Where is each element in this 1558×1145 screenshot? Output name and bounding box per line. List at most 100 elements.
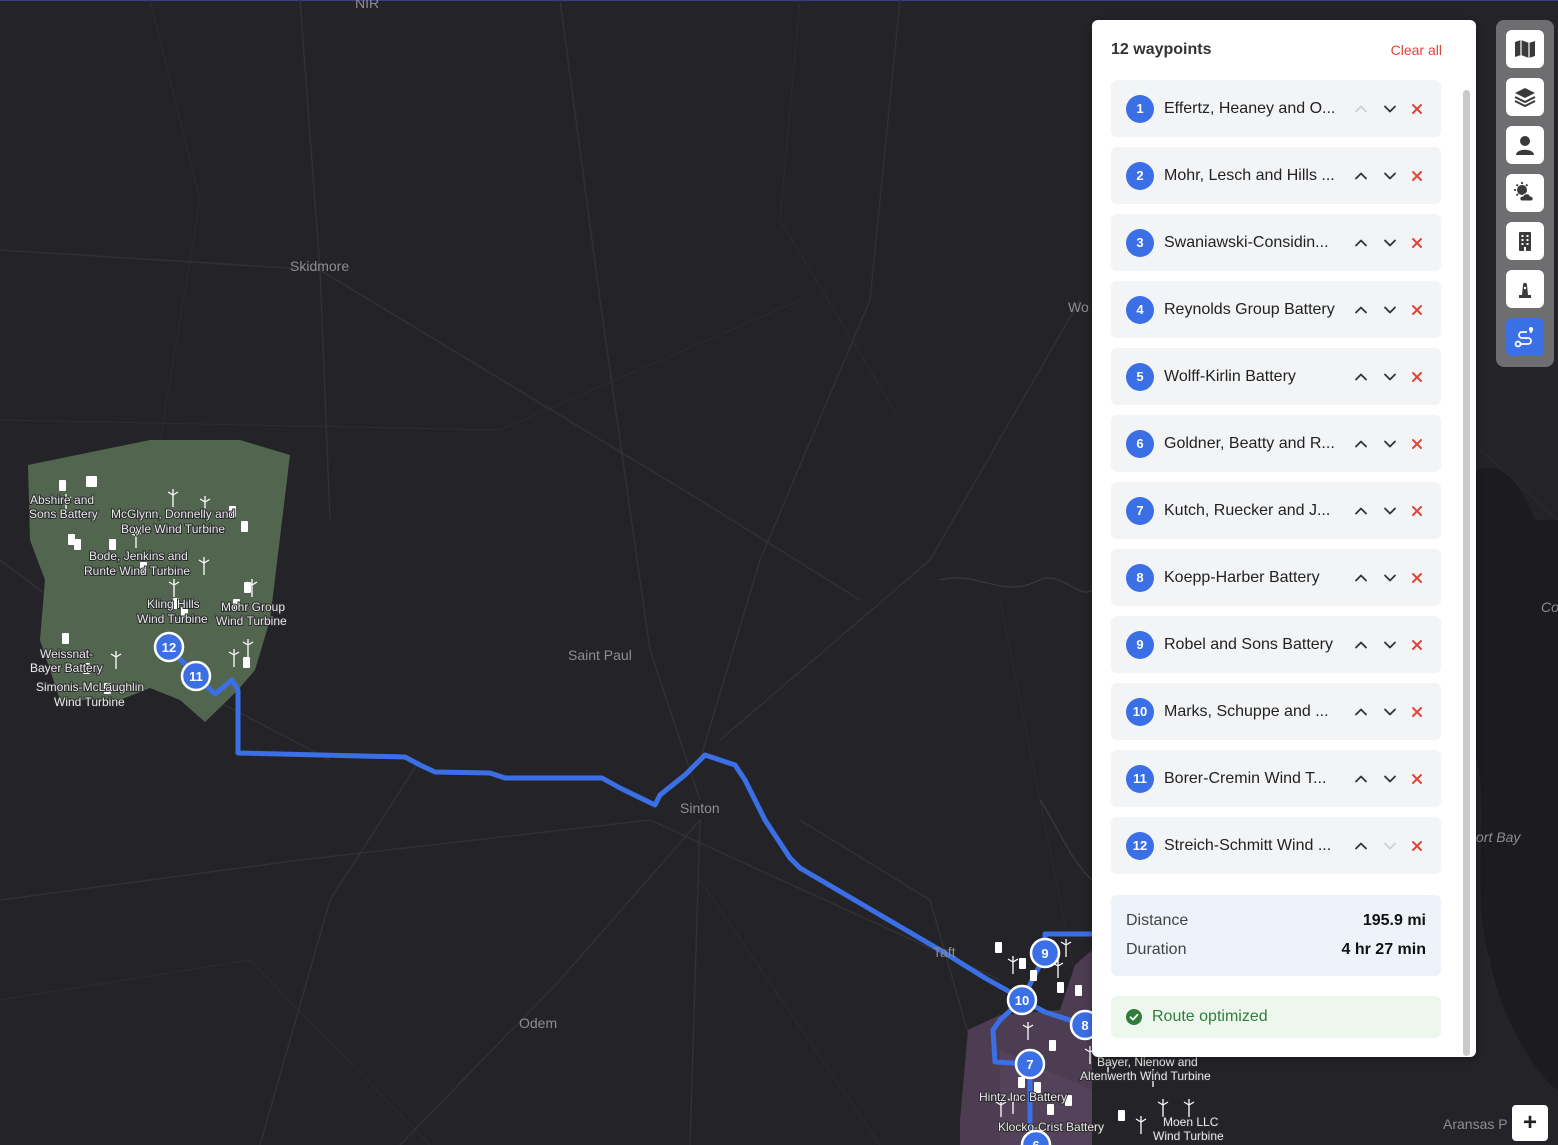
poi-label: Altenwerth Wind Turbine xyxy=(1080,1069,1211,1083)
move-up-button[interactable] xyxy=(1349,700,1373,724)
poi-label: Wind Turbine xyxy=(1153,1129,1224,1143)
poi-label: Simonis-McLaughlin xyxy=(36,680,144,694)
building-icon xyxy=(1519,232,1531,251)
remove-waypoint-button[interactable] xyxy=(1405,767,1429,791)
move-down-button[interactable] xyxy=(1378,834,1402,858)
remove-waypoint-button[interactable] xyxy=(1405,834,1429,858)
move-up-button[interactable] xyxy=(1349,432,1373,456)
move-down-button[interactable] xyxy=(1378,499,1402,523)
chevron-down-icon xyxy=(1384,574,1396,581)
zoom-in-button[interactable]: + xyxy=(1512,1105,1548,1141)
waypoint-item[interactable]: 4 Reynolds Group Battery xyxy=(1111,281,1441,338)
waypoint-number-badge: 9 xyxy=(1126,630,1154,659)
move-down-button[interactable] xyxy=(1378,164,1402,188)
waypoint-item[interactable]: 3 Swaniawski-Considin... xyxy=(1111,214,1441,271)
remove-waypoint-button[interactable] xyxy=(1405,231,1429,255)
move-up-button[interactable] xyxy=(1349,298,1373,322)
move-up-button[interactable] xyxy=(1349,834,1373,858)
move-down-button[interactable] xyxy=(1378,700,1402,724)
waypoint-number-badge: 8 xyxy=(1126,563,1154,592)
people-button[interactable] xyxy=(1506,126,1544,164)
remove-waypoint-button[interactable] xyxy=(1405,97,1429,121)
chevron-up-icon xyxy=(1355,306,1367,313)
chevron-down-icon xyxy=(1384,708,1396,715)
place-label-aransas: Aransas P xyxy=(1443,1116,1508,1132)
remove-waypoint-button[interactable] xyxy=(1405,700,1429,724)
beacon-icon xyxy=(1519,282,1531,298)
move-up-button[interactable] xyxy=(1349,499,1373,523)
route-marker[interactable]: 10 xyxy=(1006,984,1038,1016)
waypoint-number-badge: 6 xyxy=(1126,429,1154,458)
move-down-button[interactable] xyxy=(1378,97,1402,121)
move-up-button[interactable] xyxy=(1349,164,1373,188)
waypoint-number-badge: 4 xyxy=(1126,295,1154,324)
route-planner-button[interactable] xyxy=(1506,318,1544,356)
waypoint-item[interactable]: 9 Robel and Sons Battery xyxy=(1111,616,1441,673)
waypoint-item[interactable]: 8 Koepp-Harber Battery xyxy=(1111,549,1441,606)
move-up-button[interactable] xyxy=(1349,365,1373,389)
move-up-button[interactable] xyxy=(1349,231,1373,255)
waypoint-item[interactable]: 11 Borer-Cremin Wind T... xyxy=(1111,750,1441,807)
place-label-nir: NIR xyxy=(355,0,379,11)
waypoint-item[interactable]: 10 Marks, Schuppe and ... xyxy=(1111,683,1441,740)
waypoint-number-badge: 3 xyxy=(1126,228,1154,257)
waypoint-item[interactable]: 2 Mohr, Lesch and Hills ... xyxy=(1111,147,1441,204)
map-toolbar xyxy=(1496,20,1554,367)
close-icon xyxy=(1412,304,1422,315)
move-down-button[interactable] xyxy=(1378,767,1402,791)
route-marker[interactable]: 7 xyxy=(1014,1048,1046,1080)
move-up-button[interactable] xyxy=(1349,566,1373,590)
poi-label: Abshire and xyxy=(30,493,94,507)
waypoint-number-badge: 10 xyxy=(1126,697,1154,726)
waypoint-name: Swaniawski-Considin... xyxy=(1164,233,1329,251)
remove-waypoint-button[interactable] xyxy=(1405,633,1429,657)
remove-waypoint-button[interactable] xyxy=(1405,298,1429,322)
remove-waypoint-button[interactable] xyxy=(1405,432,1429,456)
weather-button[interactable] xyxy=(1506,174,1544,212)
poi-label: Mohr Group xyxy=(221,600,285,614)
poi-label: Wind Turbine xyxy=(216,614,287,628)
waypoint-name: Wolff-Kirlin Battery xyxy=(1164,367,1296,385)
map-view-button[interactable] xyxy=(1506,30,1544,68)
move-up-button[interactable] xyxy=(1349,633,1373,657)
chevron-up-icon xyxy=(1355,373,1367,380)
waypoint-name: Robel and Sons Battery xyxy=(1164,635,1333,653)
clear-all-button[interactable]: Clear all xyxy=(1391,42,1442,58)
route-marker[interactable]: 9 xyxy=(1029,937,1061,969)
waypoint-item[interactable]: 12 Streich-Schmitt Wind ... xyxy=(1111,817,1441,874)
remove-waypoint-button[interactable] xyxy=(1405,164,1429,188)
waypoint-item[interactable]: 5 Wolff-Kirlin Battery xyxy=(1111,348,1441,405)
waypoint-item[interactable]: 7 Kutch, Ruecker and J... xyxy=(1111,482,1441,539)
route-marker[interactable]: 11 xyxy=(180,660,212,692)
remove-waypoint-button[interactable] xyxy=(1405,566,1429,590)
move-down-button[interactable] xyxy=(1378,633,1402,657)
move-down-button[interactable] xyxy=(1378,566,1402,590)
remove-waypoint-button[interactable] xyxy=(1405,499,1429,523)
chevron-up-icon xyxy=(1355,641,1367,648)
plus-icon: + xyxy=(1522,1109,1537,1136)
waypoint-name: Mohr, Lesch and Hills ... xyxy=(1164,166,1335,184)
waypoint-item[interactable]: 6 Goldner, Beatty and R... xyxy=(1111,415,1441,472)
beacon-button[interactable] xyxy=(1506,270,1544,308)
place-label-port-bay: ort Bay xyxy=(1476,829,1521,845)
move-up-button[interactable] xyxy=(1349,97,1373,121)
poi-label: Bode, Jenkins and xyxy=(89,549,188,563)
chevron-down-icon xyxy=(1384,373,1396,380)
panel-scrollbar[interactable] xyxy=(1463,90,1470,1056)
poi-label: Sons Battery xyxy=(29,507,98,521)
poi-label: Moen LLC xyxy=(1163,1115,1219,1129)
layers-button[interactable] xyxy=(1506,78,1544,116)
close-icon xyxy=(1412,371,1422,382)
move-down-button[interactable] xyxy=(1378,432,1402,456)
svg-text:9: 9 xyxy=(1041,946,1048,961)
remove-waypoint-button[interactable] xyxy=(1405,365,1429,389)
route-marker[interactable]: 12 xyxy=(153,631,185,663)
buildings-button[interactable] xyxy=(1506,222,1544,260)
svg-text:10: 10 xyxy=(1015,993,1029,1008)
move-down-button[interactable] xyxy=(1378,298,1402,322)
chevron-up-icon xyxy=(1355,105,1367,112)
move-up-button[interactable] xyxy=(1349,767,1373,791)
move-down-button[interactable] xyxy=(1378,231,1402,255)
waypoint-item[interactable]: 1 Effertz, Heaney and O... xyxy=(1111,80,1441,137)
move-down-button[interactable] xyxy=(1378,365,1402,389)
